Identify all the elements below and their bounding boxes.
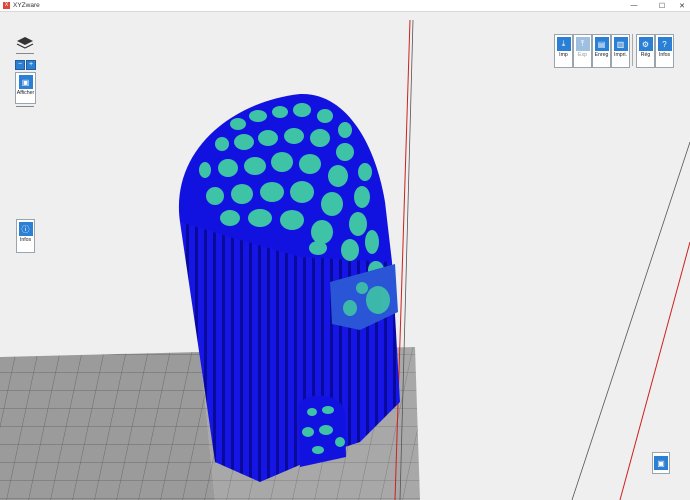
export-icon: ⤒ — [575, 37, 590, 51]
left-toolbar: − + ▣ Afficher — [14, 36, 36, 156]
settings-label: Rég — [640, 52, 651, 58]
toolbar-separator — [632, 34, 633, 66]
settings-button[interactable]: ⚙ Rég — [636, 34, 655, 68]
info-icon: ? — [657, 37, 672, 51]
print-button[interactable]: ▥ Impri. — [611, 34, 630, 68]
minimize-button[interactable]: — — [626, 0, 642, 11]
info-button-left[interactable]: ⓘ Infos — [16, 219, 35, 253]
view-button[interactable]: ▣ Afficher — [15, 72, 36, 104]
printer-status-button[interactable]: ▣ — [652, 452, 670, 474]
scene-canvas — [0, 12, 690, 500]
export-label: Exp — [578, 52, 587, 58]
import-button[interactable]: ⤓ Imp — [554, 34, 573, 68]
app-logo-icon: X — [3, 2, 10, 9]
cube-icon: ▣ — [18, 75, 33, 89]
import-icon: ⤓ — [556, 37, 571, 51]
window-title: XYZware — [13, 2, 40, 9]
settings-icon: ⚙ — [638, 37, 653, 51]
info-button-label: Infos — [19, 237, 32, 243]
export-button[interactable]: ⤒ Exp — [573, 34, 592, 68]
zoom-out-button[interactable]: − — [15, 60, 25, 70]
save-button[interactable]: ▤ Enreg — [592, 34, 611, 68]
layers-icon[interactable] — [16, 36, 34, 50]
print-icon: ▥ — [613, 37, 628, 51]
view-button-label: Afficher — [16, 90, 35, 96]
build-plate-grid — [0, 352, 215, 500]
info-top-label: Infos — [658, 52, 671, 58]
save-icon: ▤ — [594, 37, 609, 51]
3d-viewport[interactable] — [0, 12, 690, 500]
maximize-button[interactable]: ☐ — [654, 0, 670, 11]
save-label: Enreg — [594, 52, 609, 58]
toolbar-divider — [16, 53, 34, 54]
info-icon: ⓘ — [18, 222, 33, 236]
print-label: Impri. — [614, 52, 627, 58]
info-button-top[interactable]: ? Infos — [655, 34, 674, 68]
title-bar: X XYZware — ☐ ✕ — [0, 0, 690, 12]
zoom-in-button[interactable]: + — [26, 60, 36, 70]
import-label: Imp — [559, 52, 568, 58]
close-button[interactable]: ✕ — [674, 0, 690, 11]
printer-status-icon: ▣ — [654, 456, 668, 470]
